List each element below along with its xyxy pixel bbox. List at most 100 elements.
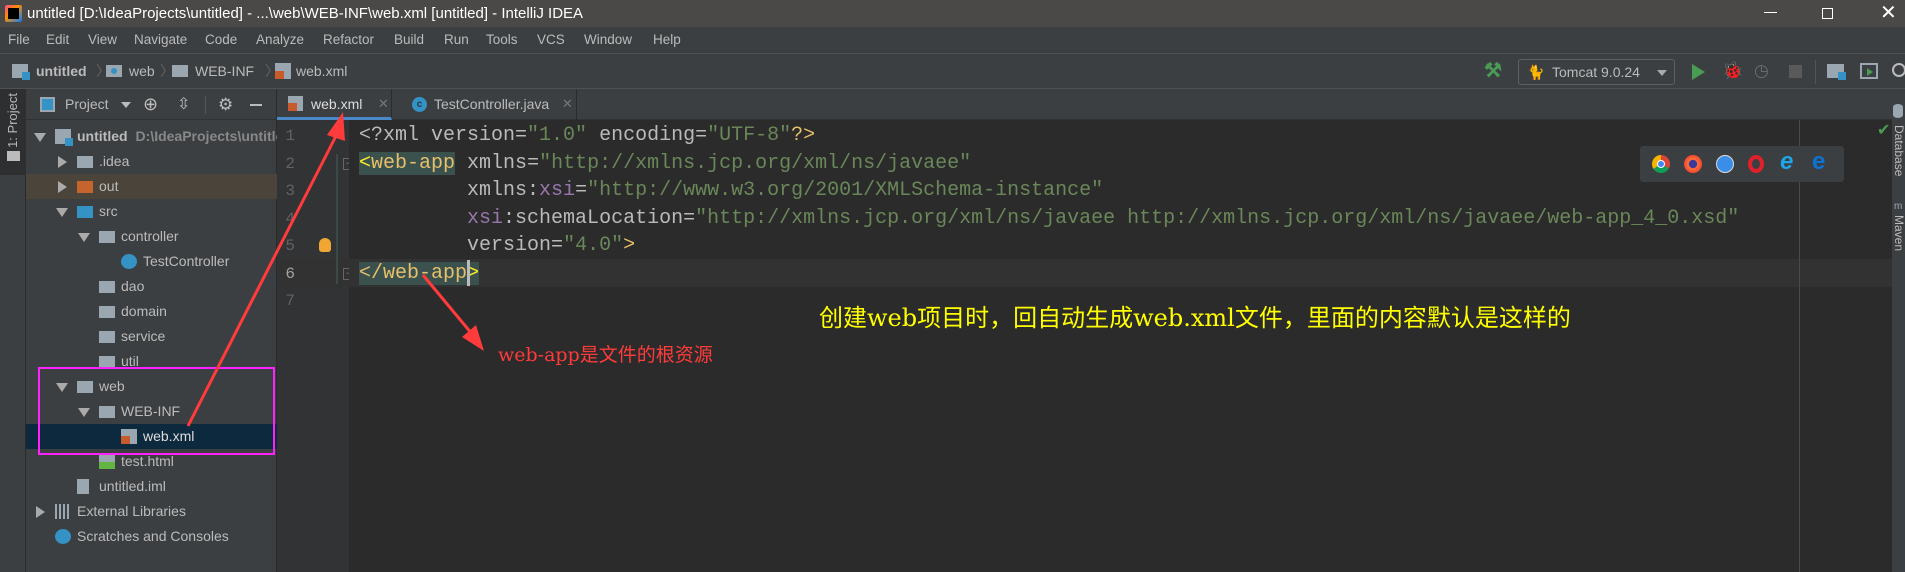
expanded-arrow-icon[interactable] xyxy=(34,133,46,142)
tree-item-label: src xyxy=(99,203,118,219)
expanded-arrow-icon[interactable] xyxy=(56,383,68,392)
run-anything-icon[interactable] xyxy=(1860,63,1878,79)
tree-item[interactable]: out xyxy=(26,174,277,199)
breadcrumb-web-xml[interactable]: web.xml xyxy=(296,54,347,88)
tree-item[interactable]: service xyxy=(26,324,277,349)
menu-tools[interactable]: Tools xyxy=(486,27,518,53)
menu-refactor[interactable]: Refactor xyxy=(323,27,374,53)
expanded-arrow-icon[interactable] xyxy=(78,408,90,417)
close-tab-icon[interactable]: ✕ xyxy=(378,89,389,119)
project-structure-icon[interactable] xyxy=(1827,64,1846,80)
expanded-arrow-icon[interactable] xyxy=(78,233,90,242)
tab-label: TestController.java xyxy=(434,96,550,112)
tree-item[interactable]: web xyxy=(26,374,277,399)
right-margin-guide xyxy=(1799,120,1800,572)
menu-bar: File Edit View Navigate Code Analyze Ref… xyxy=(0,27,1905,53)
menu-navigate[interactable]: Navigate xyxy=(134,27,187,53)
menu-analyze[interactable]: Analyze xyxy=(256,27,304,53)
breadcrumb-untitled[interactable]: untitled xyxy=(36,54,87,88)
tree-item[interactable]: domain xyxy=(26,299,277,324)
code-token-pi: <?xml xyxy=(359,124,432,147)
internet-explorer-icon[interactable]: e xyxy=(1780,148,1793,176)
tree-item[interactable]: WEB-INF xyxy=(26,399,277,424)
minimize-button[interactable] xyxy=(1764,12,1777,13)
caret xyxy=(467,260,470,286)
tree-item-label: WEB-INF xyxy=(121,403,181,419)
menu-build[interactable]: Build xyxy=(394,27,424,53)
folder-source-icon xyxy=(77,206,93,218)
run-button[interactable] xyxy=(1692,64,1705,80)
navigation-toolbar: untitled 〉 web 〉 WEB-INF 〉 web.xml ⚒ 🐈 T… xyxy=(0,53,1905,89)
debug-button[interactable]: 🐞 xyxy=(1722,54,1743,88)
restore-button[interactable] xyxy=(1822,8,1833,19)
run-configuration-dropdown[interactable]: 🐈 Tomcat 9.0.24 xyxy=(1518,59,1675,85)
code-token-ns: xsi xyxy=(539,179,576,202)
edge-icon[interactable]: e xyxy=(1812,148,1825,176)
tree-item[interactable]: src xyxy=(26,199,277,224)
menu-file[interactable]: File xyxy=(8,27,30,53)
build-hammer-icon[interactable]: ⚒ xyxy=(1484,54,1502,88)
hide-panel-icon[interactable] xyxy=(250,104,262,106)
tree-item[interactable]: dao xyxy=(26,274,277,299)
maven-tool-button[interactable]: Maven xyxy=(1892,215,1905,251)
chrome-icon[interactable] xyxy=(1652,155,1670,173)
close-tab-icon[interactable]: ✕ xyxy=(562,89,573,119)
menu-edit[interactable]: Edit xyxy=(46,27,69,53)
code-token-tagm: web-app xyxy=(371,151,456,175)
collapsed-arrow-icon[interactable] xyxy=(58,181,67,193)
collapse-all-icon[interactable]: ⇳ xyxy=(177,89,190,120)
firefox-icon[interactable] xyxy=(1684,155,1702,173)
close-button[interactable]: ✕ xyxy=(1880,0,1897,27)
menu-vcs[interactable]: VCS xyxy=(537,27,565,53)
safari-icon[interactable] xyxy=(1716,155,1734,173)
opera-icon[interactable] xyxy=(1748,155,1764,173)
tab-web-xml[interactable]: web.xml ✕ xyxy=(277,89,392,120)
tree-item[interactable]: untitled D:\IdeaProjects\untitled xyxy=(26,124,277,149)
code-token-plain: = xyxy=(695,124,708,147)
tomcat-icon: 🐈 xyxy=(1527,64,1545,80)
tree-item[interactable]: untitled.iml xyxy=(26,474,277,499)
project-view-selector[interactable]: Project xyxy=(65,89,109,120)
search-icon[interactable] xyxy=(1892,63,1905,77)
xml-file-icon xyxy=(288,96,303,111)
tree-item[interactable]: External Libraries xyxy=(26,499,277,524)
tree-item[interactable]: test.html xyxy=(26,449,277,474)
profile-button[interactable]: ◷ xyxy=(1754,54,1769,88)
tree-item[interactable]: util xyxy=(26,349,277,374)
code-token-val: "4.0" xyxy=(563,234,624,257)
breadcrumb-web[interactable]: web xyxy=(129,54,155,88)
gear-icon[interactable]: ⚙ xyxy=(218,89,233,120)
menu-view[interactable]: View xyxy=(88,27,117,53)
tree-item[interactable]: .idea xyxy=(26,149,277,174)
locate-file-icon[interactable]: ⊕ xyxy=(143,89,158,120)
project-tool-button[interactable]: 1: Project xyxy=(0,89,26,175)
code-token-plain: = xyxy=(515,124,528,147)
breadcrumb-web-inf[interactable]: WEB-INF xyxy=(195,54,254,88)
class-icon xyxy=(121,254,137,269)
intention-bulb-icon[interactable] xyxy=(319,238,331,252)
menu-run[interactable]: Run xyxy=(444,27,469,53)
code-token-plain: = xyxy=(527,151,540,175)
chevron-down-icon[interactable] xyxy=(121,102,131,108)
expanded-arrow-icon[interactable] xyxy=(56,208,68,217)
folder-icon xyxy=(77,156,93,168)
menu-code[interactable]: Code xyxy=(205,27,237,53)
tree-item-label: domain xyxy=(121,303,167,319)
tree-item[interactable]: TestController xyxy=(26,249,277,274)
collapsed-arrow-icon[interactable] xyxy=(58,156,67,168)
collapsed-arrow-icon[interactable] xyxy=(36,506,45,518)
project-tool-label: 1: Project xyxy=(5,93,20,148)
tab-testcontroller-java[interactable]: c TestController.java ✕ xyxy=(392,89,577,120)
menu-window[interactable]: Window xyxy=(584,27,632,53)
package-icon xyxy=(99,281,115,293)
code-token-val: "http://www.w3.org/2001/XMLSchema-instan… xyxy=(587,179,1104,202)
menu-help[interactable]: Help xyxy=(653,27,681,53)
tree-item-label: service xyxy=(121,328,166,344)
database-tool-button[interactable]: Database xyxy=(1892,125,1905,176)
tree-item[interactable]: web.xml xyxy=(26,424,277,449)
tree-item[interactable]: controller xyxy=(26,224,277,249)
tree-item[interactable]: Scratches and Consoles xyxy=(26,524,277,549)
code-token-val: "http://xmlns.jcp.org/xml/ns/javaee" xyxy=(539,151,972,175)
stop-button[interactable] xyxy=(1789,65,1802,78)
